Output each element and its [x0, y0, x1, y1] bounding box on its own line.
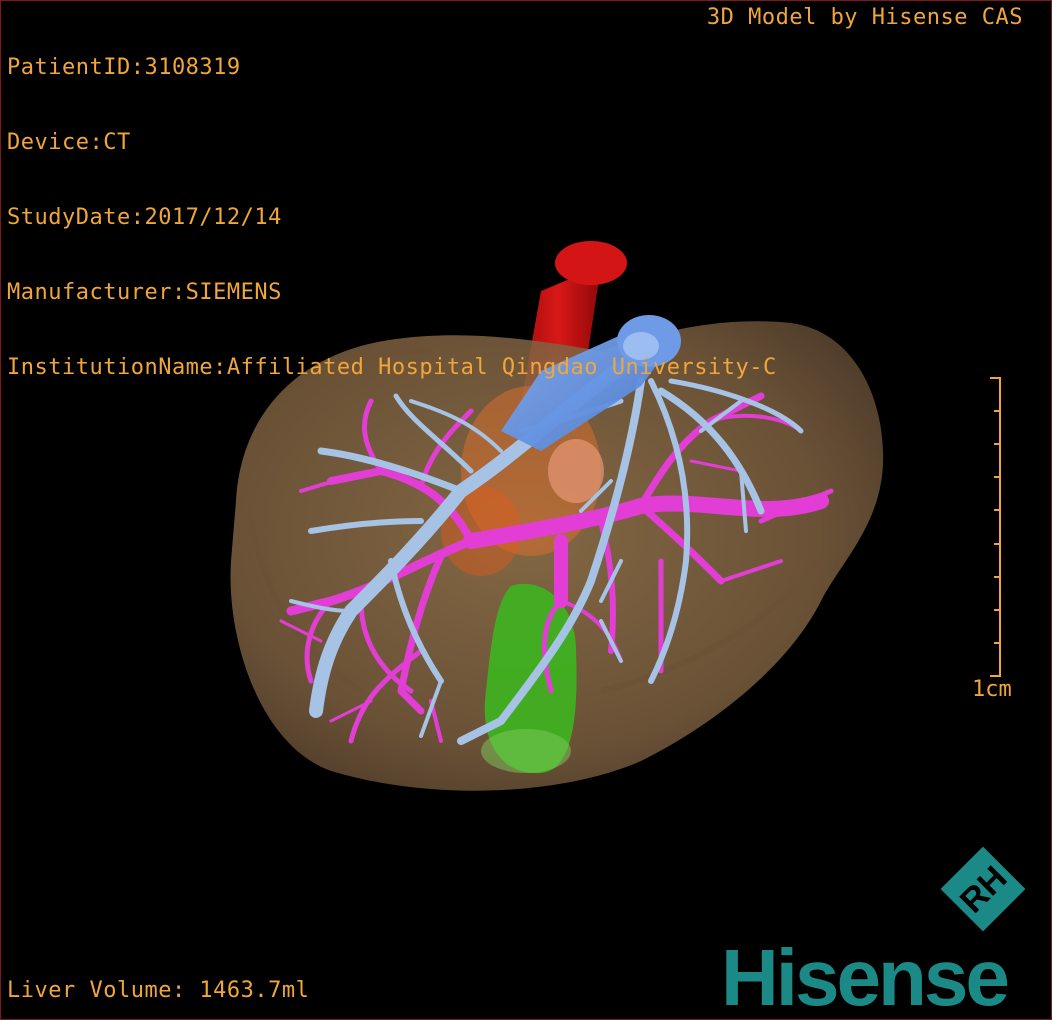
- scale-bar: [990, 377, 1001, 677]
- device: Device:CT: [7, 130, 131, 155]
- 3d-viewport[interactable]: PatientID:3108319 Device:CT StudyDate:20…: [0, 0, 1052, 1020]
- liver-volume: Liver Volume: 1463.7ml: [7, 978, 310, 1003]
- scale-bar-label: 1cm: [972, 677, 1012, 702]
- hisense-rh-logo-icon: RH: [940, 846, 1026, 932]
- manufacturer: Manufacturer:SIEMENS: [7, 280, 282, 305]
- study-date: StudyDate:2017/12/14: [7, 205, 282, 230]
- patient-id: PatientID:3108319: [7, 55, 241, 80]
- institution-name: InstitutionName:Affiliated Hospital Qing…: [7, 355, 777, 380]
- patient-info-overlay: PatientID:3108319 Device:CT StudyDate:20…: [7, 5, 777, 430]
- hisense-wordmark: Hisense: [721, 933, 1010, 1020]
- model-credit: 3D Model by Hisense CAS: [706, 5, 1023, 30]
